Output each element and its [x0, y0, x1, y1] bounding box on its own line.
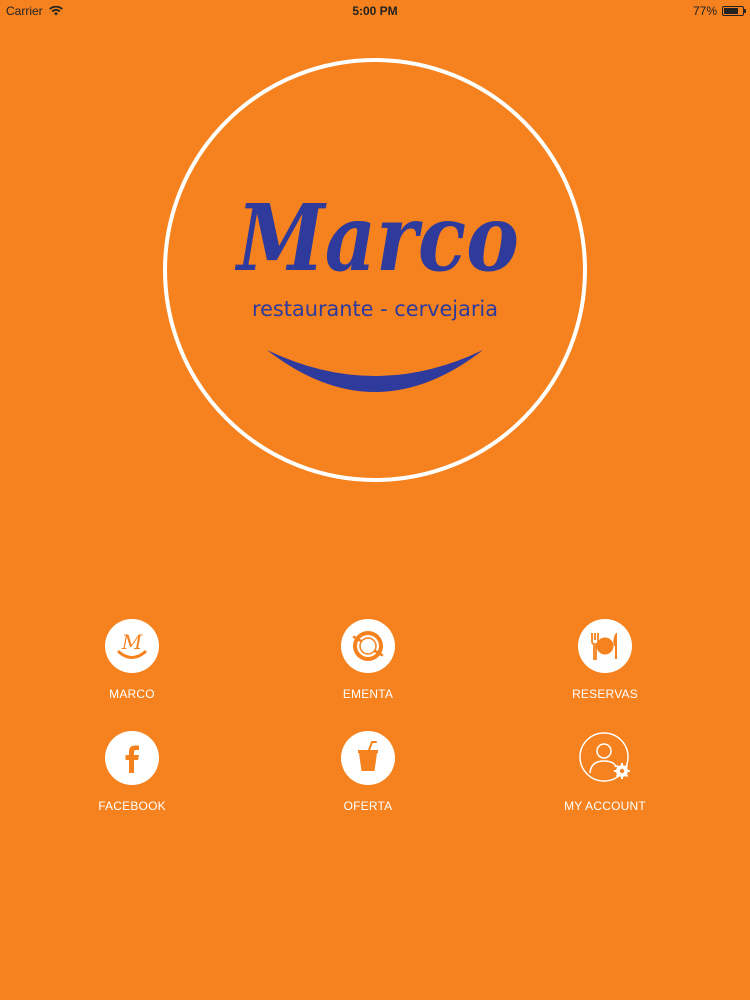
menu-item-facebook[interactable]: FACEBOOK: [32, 731, 232, 813]
status-bar: Carrier 5:00 PM 77%: [0, 0, 750, 22]
battery-icon: [722, 6, 746, 16]
menu-label-marco: MARCO: [109, 687, 155, 701]
menu-item-my-account[interactable]: MY ACCOUNT: [505, 731, 705, 813]
menu-item-ementa[interactable]: EMENTA: [268, 619, 468, 701]
battery-fill: [724, 8, 738, 14]
logo-circle: Marco restaurante - cervejaria: [163, 58, 587, 482]
menu-label-my-account: MY ACCOUNT: [564, 799, 646, 813]
plate-icon: [341, 619, 395, 673]
logo-brand: Marco: [234, 184, 519, 292]
facebook-icon: [105, 731, 159, 785]
menu-item-reservas[interactable]: RESERVAS: [505, 619, 705, 701]
svg-text:M: M: [121, 630, 143, 654]
battery-percent: 77%: [692, 4, 717, 18]
menu-label-ementa: EMENTA: [342, 687, 394, 701]
menu-label-oferta: OFERTA: [343, 799, 393, 813]
logo: Marco restaurante - cervejaria: [234, 184, 519, 392]
user-settings-icon: [578, 731, 632, 785]
menu-item-oferta[interactable]: OFERTA: [268, 731, 468, 813]
drink-cup-icon: [341, 731, 395, 785]
marco-logo-icon: M: [105, 619, 159, 673]
smile-arc: [267, 350, 483, 392]
status-time: 5:00 PM: [352, 4, 398, 18]
cutlery-icon: [578, 619, 632, 673]
logo-tagline: restaurante - cervejaria: [252, 297, 498, 321]
menu-label-reservas: RESERVAS: [572, 687, 638, 701]
menu-label-facebook: FACEBOOK: [98, 799, 166, 813]
status-right: 77%: [692, 4, 746, 18]
menu-item-marco[interactable]: M MARCO: [32, 619, 232, 701]
